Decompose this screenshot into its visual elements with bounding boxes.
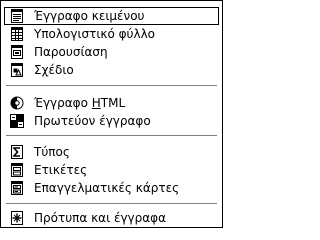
drawing-icon (11, 63, 23, 77)
menu-separator (6, 85, 217, 87)
menu-item-label: Υπολογιστικό φύλλο (34, 27, 156, 41)
menu-item-text-document[interactable]: Έγγραφο κειμένου (4, 7, 219, 25)
menu-item-labels[interactable]: Ετικέτες (4, 161, 219, 179)
menu-item-label: Σχέδιο (34, 63, 74, 77)
label-part: TML (100, 96, 126, 110)
menu-body: Έγγραφο κειμένου Υπολογιστικό φύλλο Παρο… (2, 2, 221, 226)
menu-item-label: Έγγραφο κειμένου (34, 9, 145, 23)
formula-icon (11, 145, 23, 159)
menu-separator (6, 135, 217, 137)
menu-item-business-cards[interactable]: Επαγγελματικές κάρτες (4, 179, 219, 197)
menu-item-label: Έγγραφο HTML (34, 94, 125, 112)
label-part: Έγγραφο (34, 96, 92, 110)
menu-item-html-document[interactable]: Έγγραφο HTML (4, 94, 219, 112)
menu-item-presentation[interactable]: Παρουσίαση (4, 43, 219, 61)
menu-item-templates[interactable]: Πρότυπα και έγγραφα (4, 209, 219, 227)
spreadsheet-icon (11, 27, 23, 41)
menu-item-formula[interactable]: Τύπος (4, 143, 219, 161)
menu-item-label: Ετικέτες (34, 163, 88, 177)
master-document-icon (10, 114, 24, 128)
menu-item-label: Επαγγελματικές κάρτες (34, 181, 180, 195)
templates-icon (11, 211, 23, 225)
menu-item-label: Πρότυπα και έγγραφα (34, 211, 166, 225)
labels-icon (11, 163, 23, 177)
html-document-icon (10, 96, 24, 110)
menu-item-drawing[interactable]: Σχέδιο (4, 61, 219, 79)
menu-item-master-document[interactable]: Πρωτεύον έγγραφο (4, 112, 219, 130)
menu-item-spreadsheet[interactable]: Υπολογιστικό φύλλο (4, 25, 219, 43)
mnemonic-letter: H (91, 96, 101, 110)
menu-item-label: Τύπος (34, 145, 70, 159)
menu-separator (6, 203, 217, 205)
business-cards-icon (11, 181, 23, 195)
menu-item-label: Πρωτεύον έγγραφο (34, 114, 151, 128)
new-document-menu: Έγγραφο κειμένου Υπολογιστικό φύλλο Παρο… (0, 0, 223, 228)
presentation-icon (11, 45, 23, 59)
text-document-icon (11, 9, 23, 23)
menu-item-label: Παρουσίαση (34, 45, 108, 59)
